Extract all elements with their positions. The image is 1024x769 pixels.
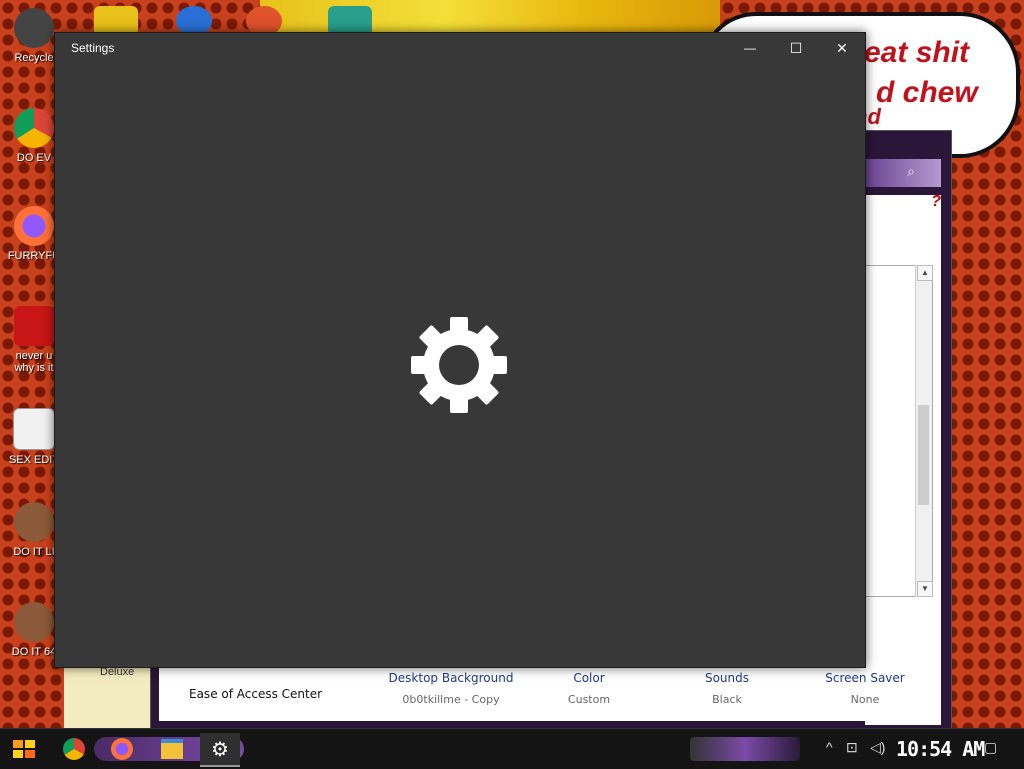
address-bar[interactable]: ⌕: [865, 159, 941, 187]
help-icon[interactable]: ?: [931, 193, 941, 211]
title-bar[interactable]: Settings — ☐ ✕: [55, 33, 865, 63]
settings-gear-icon: [411, 317, 507, 413]
chrome-icon: [63, 738, 85, 760]
desktop-background-item[interactable]: Desktop Background 0b0tkillme - Copy: [381, 671, 521, 706]
speech-text-2: d chew: [876, 76, 978, 109]
window-title: Settings: [71, 41, 115, 55]
start-button[interactable]: [4, 733, 44, 765]
notification-icon[interactable]: ▢: [984, 739, 997, 756]
folder-icon: [161, 739, 183, 759]
scroll-down-icon[interactable]: ▼: [917, 581, 933, 597]
search-icon[interactable]: ⌕: [907, 163, 915, 180]
gear-icon: ⚙: [211, 738, 229, 761]
taskbar-chrome-button[interactable]: [54, 733, 94, 765]
item-name: Desktop Background: [388, 671, 514, 685]
taskbar-file-explorer-button[interactable]: [152, 733, 192, 765]
taskbar: ⚙ ^ ⊡ ◁) 10:54 AM ▢: [0, 728, 1024, 769]
screen-saver-item[interactable]: Screen Saver None: [795, 671, 935, 706]
network-icon[interactable]: ⊡: [846, 739, 858, 756]
item-sub: Black: [712, 693, 742, 706]
personalization-bar: Ease of Access Center Desktop Background…: [159, 663, 941, 721]
item-name: Color: [573, 671, 605, 685]
chrome-icon: [14, 108, 54, 148]
color-item[interactable]: Color Custom: [519, 671, 659, 706]
volume-icon[interactable]: ◁): [870, 739, 885, 756]
taskbar-settings-button[interactable]: ⚙: [200, 733, 240, 767]
item-name: Screen Saver: [825, 671, 905, 685]
ease-of-access-link[interactable]: Ease of Access Center: [189, 687, 322, 701]
scroll-thumb[interactable]: [918, 405, 929, 505]
devcpp-icon: [14, 306, 54, 346]
firefox-icon: [111, 738, 133, 760]
settings-window[interactable]: Settings — ☐ ✕: [54, 32, 866, 668]
start-icon: [13, 740, 35, 758]
clock[interactable]: 10:54 AM: [896, 737, 985, 761]
firefox-icon: [14, 206, 54, 246]
item-sub: None: [850, 693, 880, 706]
minimize-button[interactable]: —: [727, 33, 773, 63]
hex-editor-icon: [13, 408, 55, 450]
taskbar-firefox-button[interactable]: [102, 733, 142, 765]
sounds-item[interactable]: Sounds Black: [657, 671, 797, 706]
item-sub: Custom: [567, 693, 611, 706]
chevron-up-icon[interactable]: ^: [826, 739, 833, 755]
scroll-up-icon[interactable]: ▲: [917, 265, 933, 281]
maximize-button[interactable]: ☐: [773, 33, 819, 63]
deluxe-note: Deluxe: [64, 662, 154, 728]
item-name: Sounds: [704, 671, 750, 685]
portrait-icon: [14, 502, 54, 542]
close-button[interactable]: ✕: [819, 33, 865, 63]
item-sub: 0b0tkillme - Copy: [402, 693, 500, 706]
recycle-bin-icon: [14, 8, 54, 48]
speech-text-1: eat shit: [864, 36, 970, 69]
portrait-icon: [14, 602, 54, 642]
taskbar-decoration: [690, 737, 800, 761]
scrollbar[interactable]: ▲ ▼: [915, 265, 933, 597]
